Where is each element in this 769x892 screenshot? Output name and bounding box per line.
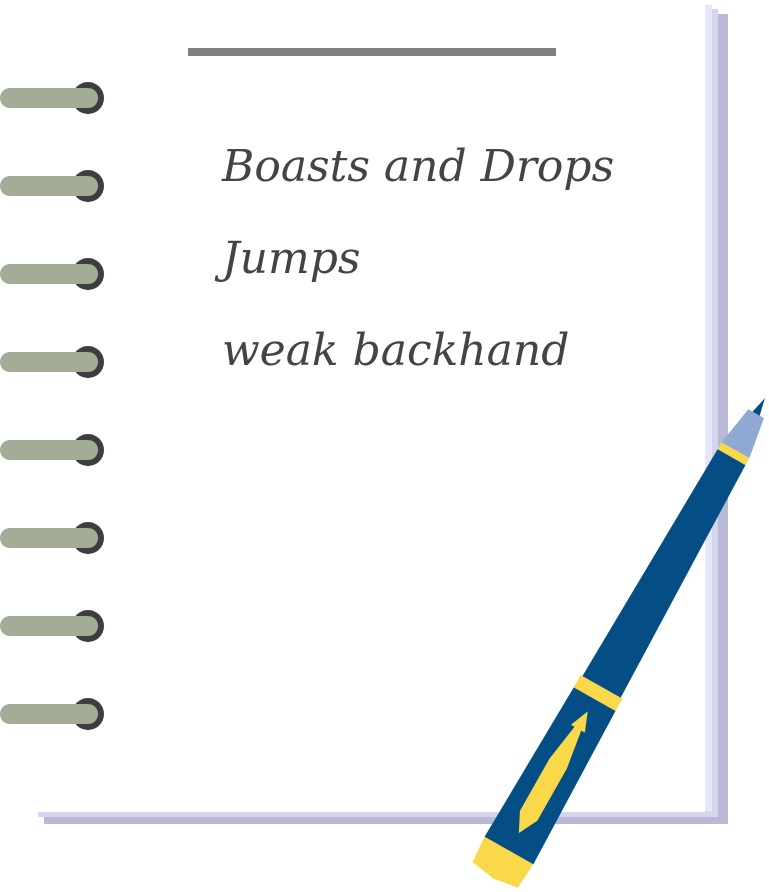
fountain-pen-icon bbox=[472, 398, 765, 888]
notebook-illustration: Boasts and Drops Jumps weak backhand bbox=[0, 0, 769, 892]
